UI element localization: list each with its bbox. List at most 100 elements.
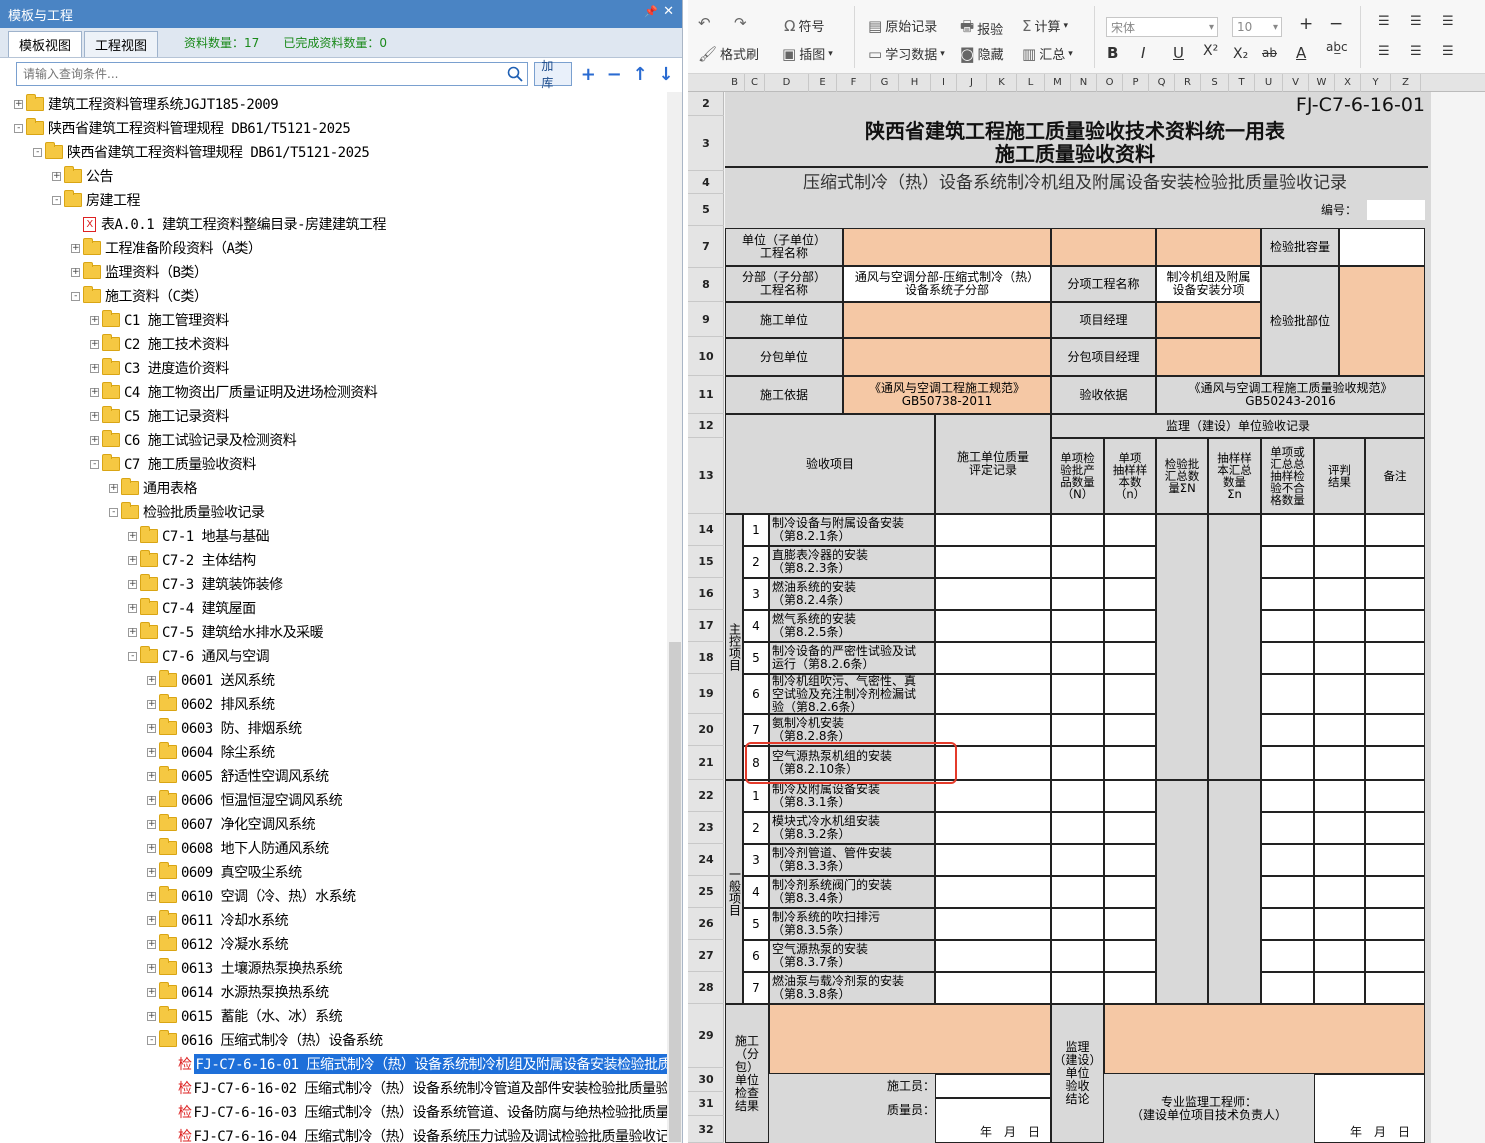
general-N-cell[interactable] xyxy=(1051,780,1104,812)
expand-toggle-icon[interactable]: + xyxy=(90,315,99,325)
italic-icon[interactable]: I xyxy=(1141,44,1145,62)
row-header[interactable]: 16 xyxy=(688,578,724,610)
row-header[interactable]: 28 xyxy=(688,972,724,1004)
column-header[interactable]: T xyxy=(1229,74,1255,92)
calculate-button[interactable]: Σ 计算 ▾ xyxy=(1022,16,1068,36)
expand-toggle-icon[interactable]: + xyxy=(71,243,80,253)
row-header[interactable]: 23 xyxy=(688,812,724,844)
column-header[interactable]: O xyxy=(1097,74,1123,92)
general-remark-cell[interactable] xyxy=(1365,844,1425,876)
tree-node[interactable]: 检 FJ-C7-6-16-03 压缩式制冷（热）设备系统管道、设备防腐与绝热检验批… xyxy=(166,1100,667,1124)
expand-toggle-icon[interactable]: - xyxy=(71,291,80,301)
tree-scrollbar[interactable] xyxy=(667,92,682,1143)
main-judge-cell[interactable] xyxy=(1314,546,1365,578)
tree-node[interactable]: + C7-4 建筑屋面 xyxy=(128,596,256,620)
column-header[interactable]: J xyxy=(957,74,987,92)
tree-node[interactable]: +0602 排风系统 xyxy=(147,692,275,716)
column-header[interactable]: G xyxy=(871,74,899,92)
tree-node[interactable]: - 0616 压缩式制冷（热）设备系统 xyxy=(147,1028,383,1052)
tree-node[interactable]: + C5 施工记录资料 xyxy=(90,404,229,428)
tree-node[interactable]: + C7-5 建筑给水排水及采暖 xyxy=(128,620,324,644)
main-remark-cell[interactable] xyxy=(1365,610,1425,642)
search-icon[interactable] xyxy=(507,66,523,82)
row-header[interactable]: 24 xyxy=(688,844,724,876)
main-remark-cell[interactable] xyxy=(1365,546,1425,578)
main-fail-cell[interactable] xyxy=(1261,578,1314,610)
add-icon[interactable]: + xyxy=(578,62,598,86)
row-header[interactable]: 15 xyxy=(688,546,724,578)
main-N-cell[interactable] xyxy=(1051,546,1104,578)
main-n-cell[interactable] xyxy=(1104,578,1156,610)
main-fail-cell[interactable] xyxy=(1261,546,1314,578)
tree-node[interactable]: +0604 除尘系统 xyxy=(147,740,275,764)
remove-icon[interactable]: − xyxy=(604,62,624,86)
tree-node[interactable]: +0605 舒适性空调风系统 xyxy=(147,764,329,788)
expand-toggle-icon[interactable]: - xyxy=(109,507,118,517)
main-n-cell[interactable] xyxy=(1104,746,1156,780)
general-N-cell[interactable] xyxy=(1051,844,1104,876)
expand-toggle-icon[interactable]: + xyxy=(90,435,99,445)
general-remark-cell[interactable] xyxy=(1365,908,1425,940)
general-remark-cell[interactable] xyxy=(1365,972,1425,1004)
row-header[interactable]: 19 xyxy=(688,674,724,714)
row-header[interactable]: 21 xyxy=(688,746,724,780)
expand-toggle-icon[interactable]: + xyxy=(147,819,156,829)
general-eval-cell[interactable] xyxy=(935,876,1051,908)
row-header[interactable]: 4 xyxy=(688,171,724,194)
general-eval-cell[interactable] xyxy=(935,780,1051,812)
expand-toggle-icon[interactable]: + xyxy=(52,171,61,181)
strikethrough-icon[interactable]: ab xyxy=(1262,46,1277,60)
row-header[interactable]: 13 xyxy=(688,438,724,514)
row-header[interactable]: 5 xyxy=(688,194,724,226)
expand-toggle-icon[interactable]: + xyxy=(128,555,137,565)
main-sumN-cell[interactable] xyxy=(1156,514,1208,780)
expand-toggle-icon[interactable]: - xyxy=(33,147,42,157)
tree-node[interactable]: + C7-1 地基与基础 xyxy=(128,524,270,548)
tree-node[interactable]: + 工程准备阶段资料（A类） xyxy=(71,236,262,260)
general-sumN-cell[interactable] xyxy=(1156,780,1208,1004)
main-judge-cell[interactable] xyxy=(1314,714,1365,746)
tree-node[interactable]: + C4 施工物资出厂质量证明及进场检测资料 xyxy=(90,380,378,404)
main-N-cell[interactable] xyxy=(1051,578,1104,610)
column-header[interactable]: S xyxy=(1201,74,1229,92)
general-N-cell[interactable] xyxy=(1051,972,1104,1004)
redo-icon[interactable]: ↷ xyxy=(734,14,747,32)
general-n-cell[interactable] xyxy=(1104,844,1156,876)
tree-node[interactable]: +0615 蓄能（水、冰）系统 xyxy=(147,1004,343,1028)
column-header[interactable]: U xyxy=(1255,74,1283,92)
add-library-button[interactable]: 加库 xyxy=(534,59,573,90)
superscript-icon[interactable]: X² xyxy=(1203,43,1218,59)
column-header[interactable]: M xyxy=(1045,74,1071,92)
expand-toggle-icon[interactable]: + xyxy=(147,771,156,781)
tree-node[interactable]: - 陕西省建筑工程资料管理规程 DB61/T5121-2025 xyxy=(14,116,351,140)
main-judge-cell[interactable] xyxy=(1314,610,1365,642)
unit-name-field3[interactable] xyxy=(1156,228,1261,266)
format-painter-button[interactable]: 🖌 格式刷 xyxy=(698,44,759,64)
expand-toggle-icon[interactable]: + xyxy=(128,579,137,589)
tab-project-view[interactable]: 工程视图 xyxy=(84,31,159,57)
pinyin-icon[interactable]: ab̲c xyxy=(1326,40,1348,54)
expand-toggle-icon[interactable]: + xyxy=(14,99,23,109)
expand-toggle-icon[interactable]: + xyxy=(71,267,80,277)
builder-conclusion-field[interactable] xyxy=(769,1004,1051,1074)
main-remark-cell[interactable] xyxy=(1365,514,1425,546)
general-n-cell[interactable] xyxy=(1104,940,1156,972)
main-N-cell[interactable] xyxy=(1051,714,1104,746)
tree-node[interactable]: +0611 冷却水系统 xyxy=(147,908,289,932)
row-header[interactable]: 18 xyxy=(688,642,724,674)
font-size-select[interactable]: 10 xyxy=(1232,17,1282,37)
align-left-icon[interactable]: ☰ xyxy=(1378,44,1390,59)
builder-field[interactable] xyxy=(843,302,1051,338)
align-right-icon[interactable]: ☰ xyxy=(1442,44,1454,59)
column-header[interactable]: Q xyxy=(1149,74,1175,92)
general-fail-cell[interactable] xyxy=(1261,812,1314,844)
insert-image-button[interactable]: ▣ 插图 ▾ xyxy=(782,44,833,64)
tab-template-view[interactable]: 模板视图 xyxy=(8,31,83,57)
row-header[interactable]: 12 xyxy=(688,414,724,438)
expand-toggle-icon[interactable]: + xyxy=(147,843,156,853)
tree-node[interactable]: +0608 地下人防通风系统 xyxy=(147,836,329,860)
row-header[interactable]: 30 xyxy=(688,1068,724,1092)
general-fail-cell[interactable] xyxy=(1261,972,1314,1004)
main-N-cell[interactable] xyxy=(1051,746,1104,780)
row-header[interactable]: 9 xyxy=(688,302,724,337)
